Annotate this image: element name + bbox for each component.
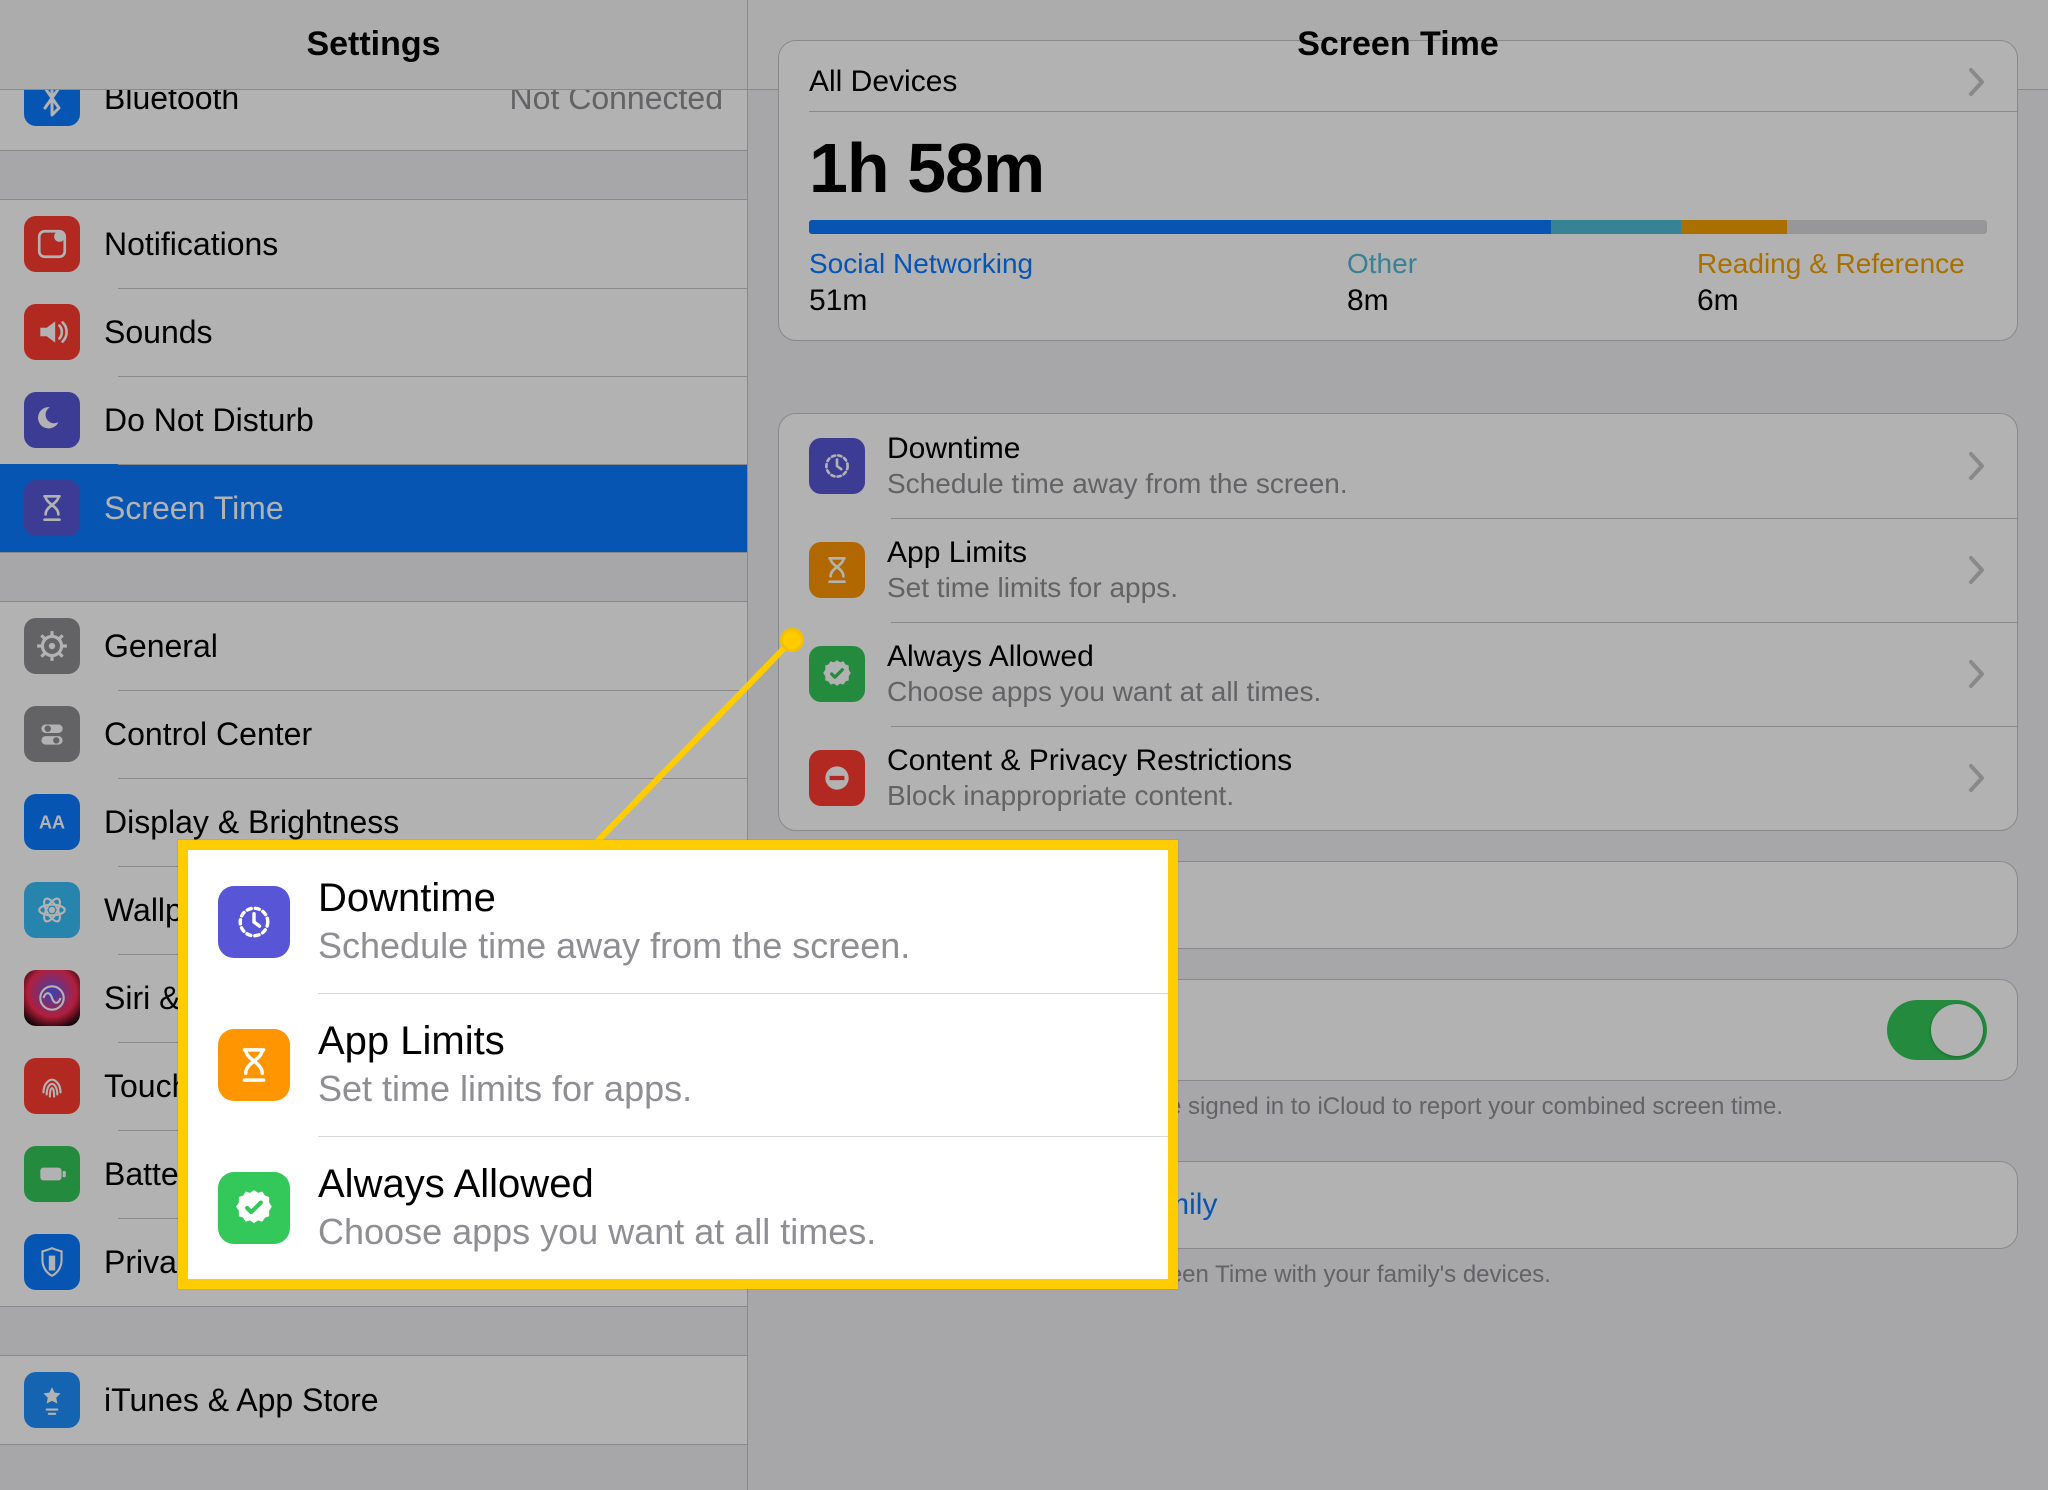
sidebar-item-dnd[interactable]: Do Not Disturb — [0, 376, 747, 464]
usage-card[interactable]: All Devices 1h 58m Social Networking 51mO… — [778, 40, 2018, 341]
option-content[interactable]: Content & Privacy RestrictionsBlock inap… — [779, 726, 2017, 830]
screentime-icon — [24, 480, 80, 536]
sidebar-title: Settings — [306, 25, 440, 64]
sidebar-item-itunes[interactable]: iTunes & App Store — [0, 1356, 747, 1444]
svg-text:AA: AA — [39, 812, 65, 832]
display-icon: AA — [24, 794, 80, 850]
chevron-right-icon — [1967, 555, 1987, 585]
touchid-icon — [24, 1058, 80, 1114]
check-seal-icon — [218, 1172, 290, 1244]
sidebar-label: Notifications — [104, 226, 723, 263]
callout-desc: Set time limits for apps. — [318, 1068, 692, 1110]
check-seal-icon — [809, 646, 865, 702]
hourglass-icon — [218, 1029, 290, 1101]
option-downtime[interactable]: DowntimeSchedule time away from the scre… — [779, 414, 2017, 518]
option-title: Content & Privacy Restrictions — [887, 744, 1967, 778]
sidebar-label: Do Not Disturb — [104, 402, 723, 439]
sidebar-item-notifications[interactable]: Notifications — [0, 200, 747, 288]
detail-title: Screen Time — [1297, 25, 1499, 64]
callout-popup: DowntimeSchedule time away from the scre… — [178, 840, 1178, 1289]
sidebar-label: Sounds — [104, 314, 723, 351]
sidebar-label: Control Center — [104, 716, 723, 753]
callout-row: App LimitsSet time limits for apps. — [188, 993, 1168, 1136]
usage-bar — [809, 220, 1987, 234]
sidebar-trail: Not Connected — [510, 90, 723, 117]
siri-icon — [24, 970, 80, 1026]
callout-title: Always Allowed — [318, 1162, 876, 1207]
option-title: Always Allowed — [887, 640, 1967, 674]
option-applimits[interactable]: App LimitsSet time limits for apps. — [779, 518, 2017, 622]
usage-cat-value: 6m — [1697, 284, 1987, 318]
sidebar-label: Display & Brightness — [104, 804, 723, 841]
privacy-icon — [24, 1234, 80, 1290]
usage-cat-value: 8m — [1347, 284, 1697, 318]
wallpaper-icon — [24, 882, 80, 938]
chevron-right-icon — [1967, 451, 1987, 481]
option-desc: Block inappropriate content. — [887, 780, 1967, 812]
sidebar-item-general[interactable]: General — [0, 602, 747, 690]
bluetooth-icon — [24, 90, 80, 126]
sidebar-item-bluetooth[interactable]: Bluetooth Not Connected — [0, 90, 747, 150]
devices-label: All Devices — [809, 65, 957, 99]
share-toggle[interactable] — [1887, 1000, 1987, 1060]
usage-cat-value: 51m — [809, 284, 1347, 318]
sidebar-label: Bluetooth — [104, 90, 498, 117]
sidebar-item-screentime[interactable]: Screen Time — [0, 464, 747, 552]
dnd-icon — [24, 392, 80, 448]
usage-cat-name: Other — [1347, 248, 1697, 280]
callout-row: Always AllowedChoose apps you want at al… — [188, 1136, 1168, 1279]
usage-legend: Social Networking 51mOther 8mReading & Ref… — [779, 248, 2017, 340]
sidebar-header: Settings — [0, 0, 747, 90]
callout-title: Downtime — [318, 876, 910, 921]
usage-cat-name: Social Networking — [809, 248, 1347, 280]
usage-seg — [809, 220, 1551, 234]
option-title: App Limits — [887, 536, 1967, 570]
option-desc: Set time limits for apps. — [887, 572, 1967, 604]
sidebar-item-sounds[interactable]: Sounds — [0, 288, 747, 376]
hourglass-icon — [809, 542, 865, 598]
downtime-icon — [809, 438, 865, 494]
chevron-right-icon — [1967, 67, 1987, 97]
itunes-icon — [24, 1372, 80, 1428]
chevron-right-icon — [1967, 659, 1987, 689]
option-desc: Choose apps you want at all times. — [887, 676, 1967, 708]
callout-desc: Choose apps you want at all times. — [318, 1211, 876, 1253]
general-icon — [24, 618, 80, 674]
option-desc: Schedule time away from the screen. — [887, 468, 1967, 500]
callout-row: DowntimeSchedule time away from the scre… — [188, 850, 1168, 993]
usage-seg — [1551, 220, 1681, 234]
option-always[interactable]: Always AllowedChoose apps you want at al… — [779, 622, 2017, 726]
controlcenter-icon — [24, 706, 80, 762]
sounds-icon — [24, 304, 80, 360]
downtime-icon — [218, 886, 290, 958]
callout-title: App Limits — [318, 1019, 692, 1064]
chevron-right-icon — [1967, 763, 1987, 793]
screentime-options: DowntimeSchedule time away from the scre… — [778, 413, 2018, 831]
sidebar-label: iTunes & App Store — [104, 1382, 723, 1419]
sidebar-label: Screen Time — [104, 490, 723, 527]
sidebar-item-controlcenter[interactable]: Control Center — [0, 690, 747, 778]
total-time: 1h 58m — [779, 112, 2017, 220]
option-title: Downtime — [887, 432, 1967, 466]
battery-icon — [24, 1146, 80, 1202]
usage-cat-name: Reading & Reference — [1697, 248, 1987, 280]
usage-seg — [1681, 220, 1787, 234]
callout-anchor-dot — [780, 628, 804, 652]
stop-icon — [809, 750, 865, 806]
notifications-icon — [24, 216, 80, 272]
callout-desc: Schedule time away from the screen. — [318, 925, 910, 967]
sidebar-label: General — [104, 628, 723, 665]
